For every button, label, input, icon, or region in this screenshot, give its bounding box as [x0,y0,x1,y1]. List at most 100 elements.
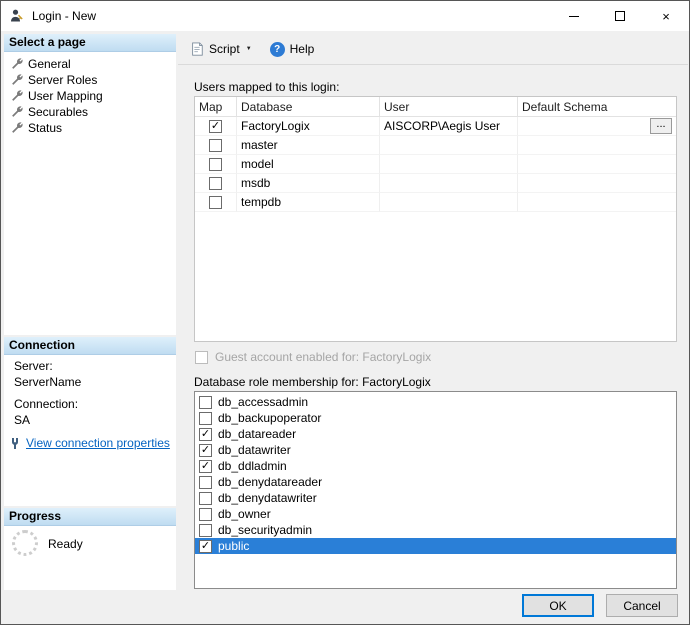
role-checkbox-db_backupoperator[interactable] [199,412,212,425]
role-item-db_owner[interactable]: db_owner [195,506,676,522]
cancel-button[interactable]: Cancel [606,594,678,617]
role-item-db_datareader[interactable]: ✓ db_datareader [195,426,676,442]
role-label: db_accessadmin [218,395,308,409]
connection-panel: Connection Server: ServerName Connection… [4,337,176,506]
role-item-db_denydatawriter[interactable]: db_denydatawriter [195,490,676,506]
role-label: public [218,539,249,553]
role-checkbox-db_datareader[interactable]: ✓ [199,428,212,441]
wrench-icon [11,58,23,70]
user-mapping-row-msdb[interactable]: msdb [195,174,676,193]
ok-button[interactable]: OK [522,594,594,617]
browse-schema-button[interactable]: ... [650,118,672,134]
server-label: Server: [4,358,176,374]
database-cell: tempdb [237,193,380,212]
view-connection-properties-link[interactable]: View connection properties [26,436,170,450]
select-page-header: Select a page [4,34,176,52]
guest-account-label: Guest account enabled for: FactoryLogix [215,350,431,364]
default-schema-cell[interactable] [518,193,676,212]
script-label: Script [209,42,240,56]
guest-account-row: Guest account enabled for: FactoryLogix [195,350,431,364]
role-item-db_backupoperator[interactable]: db_backupoperator [195,410,676,426]
database-cell: FactoryLogix [237,117,380,136]
map-checkbox-msdb[interactable] [209,177,222,190]
role-item-db_ddladmin[interactable]: ✓ db_ddladmin [195,458,676,474]
progress-spinner-icon [12,530,38,556]
role-checkbox-public[interactable]: ✓ [199,540,212,553]
window-controls: × [551,1,689,31]
user-cell[interactable] [380,174,518,193]
user-mapping-row-model[interactable]: model [195,155,676,174]
maximize-button[interactable] [597,1,643,31]
login-person-icon [9,8,25,24]
sidebar-item-status[interactable]: Status [4,120,176,136]
map-checkbox-tempdb[interactable] [209,196,222,209]
map-cell [195,136,237,155]
login-new-dialog: Login - New × Select a page General Serve… [0,0,690,625]
script-button[interactable]: Script ▼ [185,39,257,59]
map-checkbox-master[interactable] [209,139,222,152]
map-checkbox-model[interactable] [209,158,222,171]
role-label: db_denydatawriter [218,491,317,505]
progress-status: Ready [48,537,83,551]
map-checkbox-FactoryLogix[interactable]: ✓ [209,120,222,133]
role-label: db_datareader [218,427,296,441]
role-checkbox-db_ddladmin[interactable]: ✓ [199,460,212,473]
maximize-icon [615,11,625,21]
role-item-public[interactable]: ✓ public [195,538,676,554]
progress-panel: Progress Ready [4,508,176,590]
minimize-button[interactable] [551,1,597,31]
user-cell[interactable]: AISCORP\Aegis User [380,117,518,136]
connection-link-row: View connection properties [4,436,176,450]
window-title: Login - New [32,9,96,23]
role-checkbox-db_datawriter[interactable]: ✓ [199,444,212,457]
toolbar: Script ▼ ? Help [178,34,688,65]
connection-body: Server: ServerName Connection: SA View c… [4,355,176,450]
minimize-icon [569,16,579,17]
role-label: db_denydatareader [218,475,322,489]
column-header-user: User [380,97,518,117]
script-dropdown-arrow[interactable]: ▼ [246,46,252,52]
close-button[interactable]: × [643,1,689,31]
sidebar-item-user-mapping[interactable]: User Mapping [4,88,176,104]
sidebar-item-label: General [28,57,71,71]
sidebar-item-general[interactable]: General [4,56,176,72]
default-schema-cell[interactable] [518,155,676,174]
column-header-default-schema: Default Schema [518,97,676,117]
role-item-db_datawriter[interactable]: ✓db_datawriter [195,442,676,458]
sidebar-item-label: Status [28,121,62,135]
default-schema-cell[interactable] [518,136,676,155]
role-membership-label: Database role membership for: FactoryLog… [194,375,431,389]
role-checkbox-db_owner[interactable] [199,508,212,521]
role-checkbox-db_denydatareader[interactable] [199,476,212,489]
user-cell[interactable] [380,155,518,174]
progress-body: Ready [4,526,176,556]
default-schema-cell[interactable]: ... [518,117,676,136]
role-checkbox-db_securityadmin[interactable] [199,524,212,537]
role-item-db_securityadmin[interactable]: db_securityadmin [195,522,676,538]
user-mapping-row-tempdb[interactable]: tempdb [195,193,676,212]
map-cell [195,174,237,193]
role-item-db_denydatareader[interactable]: db_denydatareader [195,474,676,490]
wrench-icon [11,90,23,102]
default-schema-cell[interactable] [518,174,676,193]
map-cell: ✓ [195,117,237,136]
guest-account-checkbox [195,351,208,364]
role-item-db_accessadmin[interactable]: db_accessadmin [195,394,676,410]
help-button[interactable]: ? Help [265,39,320,60]
user-mapping-row-master[interactable]: master [195,136,676,155]
connection-value: SA [4,412,176,428]
help-icon: ? [270,42,285,57]
user-cell[interactable] [380,193,518,212]
user-cell[interactable] [380,136,518,155]
sidebar-item-label: Server Roles [28,73,97,87]
role-label: db_ddladmin [218,459,287,473]
role-checkbox-db_accessadmin[interactable] [199,396,212,409]
database-cell: msdb [237,174,380,193]
sidebar-item-server-roles[interactable]: Server Roles [4,72,176,88]
connection-label: Connection: [4,396,176,412]
connection-properties-icon [9,437,21,450]
role-checkbox-db_denydatawriter[interactable] [199,492,212,505]
wrench-icon [11,74,23,86]
sidebar-item-securables[interactable]: Securables [4,104,176,120]
user-mapping-row-FactoryLogix[interactable]: ✓ FactoryLogixAISCORP\Aegis User... [195,117,676,136]
